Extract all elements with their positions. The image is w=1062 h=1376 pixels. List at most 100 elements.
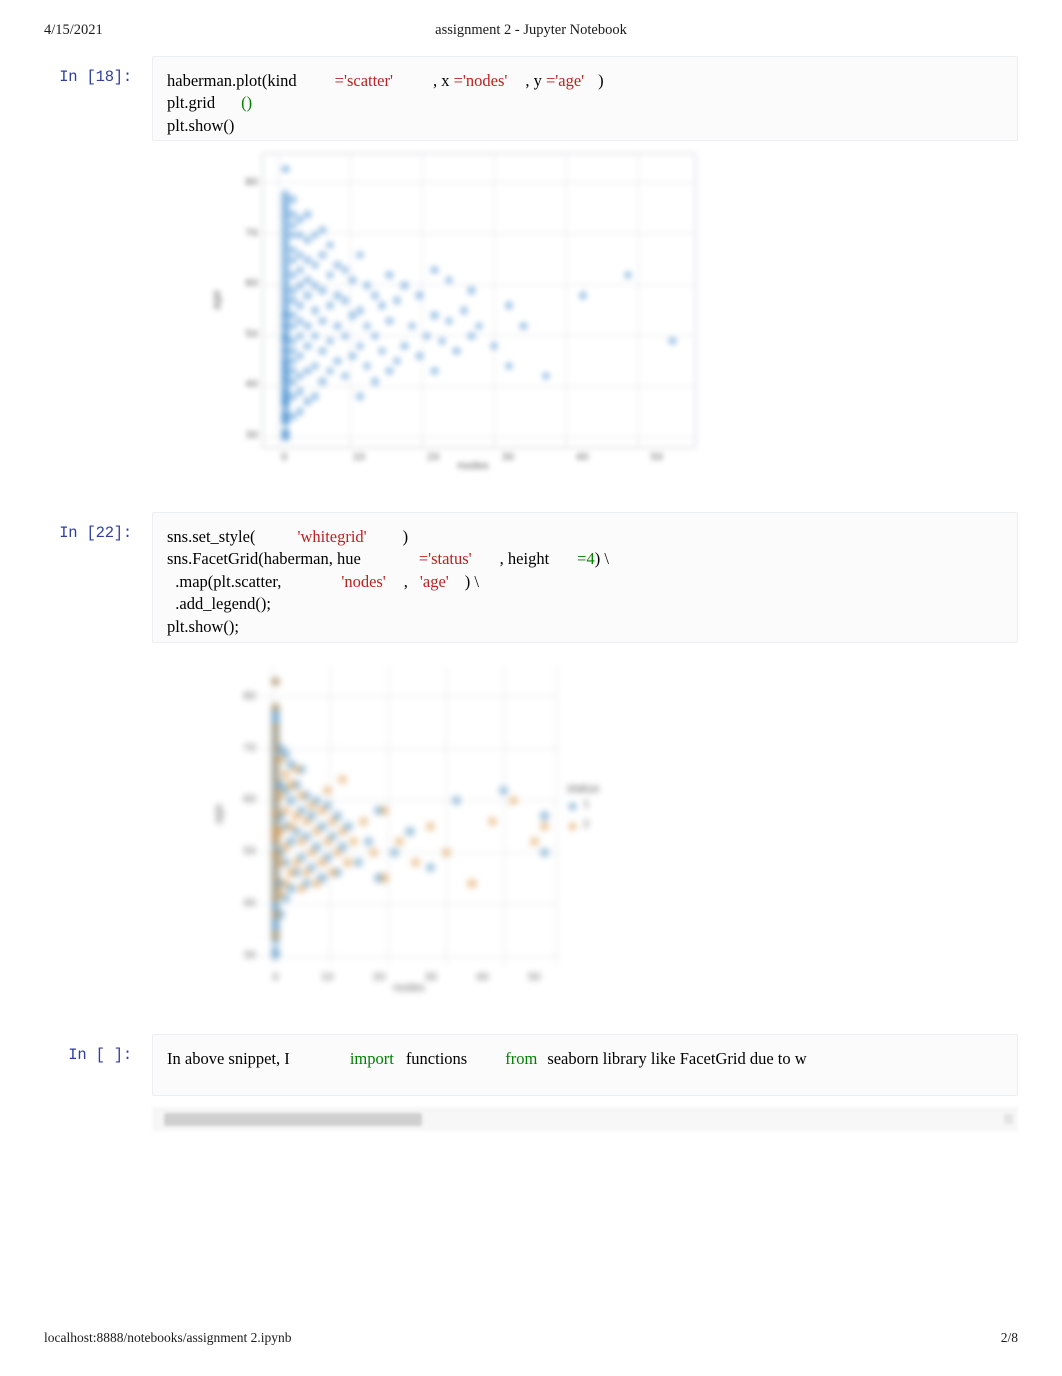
scrollbar-thumb[interactable] bbox=[164, 1113, 422, 1126]
x-tick-label: 10 bbox=[352, 452, 366, 463]
data-point bbox=[539, 811, 550, 821]
data-point bbox=[410, 857, 420, 868]
data-point bbox=[270, 676, 281, 687]
data-point bbox=[291, 857, 301, 868]
legend-label: 2 bbox=[583, 819, 590, 830]
scrollbar-right-arrow-icon[interactable] bbox=[1004, 1114, 1013, 1124]
data-point bbox=[519, 321, 528, 330]
data-point bbox=[370, 291, 379, 300]
gridline-y bbox=[263, 284, 695, 285]
data-point bbox=[303, 367, 312, 376]
code-line-3: plt.show() bbox=[167, 115, 1003, 137]
text-token: seaborn library like FacetGrid due to w bbox=[547, 1049, 807, 1068]
data-point bbox=[353, 857, 363, 868]
data-point bbox=[415, 291, 424, 300]
data-point bbox=[317, 806, 327, 816]
gridline-y bbox=[263, 233, 695, 234]
gridline-x bbox=[278, 154, 279, 447]
y-tick-label: 30 bbox=[243, 949, 256, 961]
data-point bbox=[310, 392, 320, 401]
code-token: .add_legend(); bbox=[167, 594, 272, 614]
data-point bbox=[333, 321, 342, 330]
y-tick-label: 40 bbox=[245, 379, 258, 391]
code-line-3: .map(plt.scatter, 'nodes', 'age') \ bbox=[167, 571, 1003, 593]
data-point bbox=[452, 346, 461, 356]
gridline-x bbox=[494, 154, 495, 447]
code-input-area-18[interactable]: haberman.plot(kind ='scatter' , x ='nodes'… bbox=[152, 56, 1018, 141]
data-point bbox=[426, 821, 436, 831]
code-input-area-22[interactable]: sns.set_style('whitegrid') sns.FacetGrid… bbox=[152, 512, 1018, 643]
data-point bbox=[296, 837, 306, 847]
data-point bbox=[623, 271, 633, 280]
text-token: functions bbox=[405, 1049, 468, 1068]
data-point bbox=[318, 316, 327, 325]
code-token-number: =4 bbox=[577, 549, 595, 569]
figure-2-xlabel: nodes bbox=[393, 982, 425, 994]
data-point bbox=[392, 356, 402, 366]
data-point bbox=[498, 785, 508, 795]
data-point bbox=[296, 301, 305, 310]
code-token: ) bbox=[402, 527, 409, 546]
data-point bbox=[451, 795, 462, 806]
data-point bbox=[276, 790, 286, 800]
footer-page-number: 2/8 bbox=[1000, 1330, 1018, 1345]
gridline-y bbox=[260, 904, 560, 905]
cell-prompt-22: In [22]: bbox=[59, 524, 132, 542]
data-point bbox=[358, 816, 369, 826]
legend-marker bbox=[569, 803, 576, 810]
data-point bbox=[343, 857, 353, 868]
gridline-x bbox=[638, 154, 639, 447]
legend-marker bbox=[569, 823, 576, 830]
y-tick-label: 60 bbox=[243, 794, 256, 806]
data-point bbox=[364, 837, 374, 847]
figure-1-xlabel: nodes bbox=[457, 460, 489, 472]
print-footer: localhost:8888/notebooks/assignment 2.ip… bbox=[0, 1330, 1062, 1350]
code-token: , height bbox=[499, 549, 550, 569]
data-point bbox=[296, 387, 305, 396]
data-point bbox=[395, 837, 405, 847]
horizontal-scrollbar[interactable] bbox=[152, 1108, 1018, 1131]
data-point bbox=[303, 291, 312, 300]
data-point bbox=[363, 281, 372, 290]
y-tick-label: 70 bbox=[243, 742, 256, 754]
data-point bbox=[270, 764, 281, 775]
gridline-y bbox=[260, 696, 560, 697]
data-point bbox=[281, 164, 290, 174]
x-tick-label: 20 bbox=[426, 452, 440, 463]
code-input-area-empty[interactable]: In above snippet, I import functions from se… bbox=[152, 1034, 1018, 1096]
code-token: ) bbox=[598, 71, 604, 90]
text-line-1: In above snippet, I import functions from se… bbox=[167, 1048, 1003, 1070]
data-point bbox=[340, 296, 350, 305]
data-point bbox=[400, 281, 409, 290]
y-tick-label: 50 bbox=[245, 328, 258, 340]
data-point bbox=[363, 361, 372, 371]
y-tick-label: 50 bbox=[243, 846, 256, 858]
gridline-y bbox=[260, 852, 560, 853]
code-token-string: ='scatter' bbox=[334, 71, 393, 90]
data-point bbox=[392, 296, 402, 305]
code-token-string: 'nodes' bbox=[341, 571, 386, 591]
data-point bbox=[379, 873, 389, 883]
data-point bbox=[286, 821, 296, 831]
x-tick-label: 20 bbox=[372, 972, 386, 983]
y-tick-label: 60 bbox=[245, 278, 258, 290]
data-point bbox=[467, 878, 477, 888]
data-point bbox=[348, 351, 357, 361]
data-point bbox=[307, 847, 317, 857]
keyword-from: from bbox=[505, 1049, 538, 1068]
x-tick-label: 50 bbox=[650, 452, 664, 463]
data-point bbox=[296, 883, 306, 893]
code-token: sns.FacetGrid(haberman, hue bbox=[167, 549, 361, 569]
data-point bbox=[355, 250, 365, 260]
figure-2-facetgrid-scatter: 0 10 20 30 40 50 30 40 50 60 70 80 nodes age status… bbox=[205, 658, 635, 1018]
data-point bbox=[405, 826, 415, 837]
data-point bbox=[325, 271, 335, 280]
figure-2-canvas: 0 10 20 30 40 50 30 40 50 60 70 80 nodes age status… bbox=[205, 658, 635, 1018]
data-point bbox=[385, 316, 394, 325]
gridline-y bbox=[263, 182, 695, 183]
figure-2-legend: status 1 2 bbox=[565, 783, 625, 845]
data-point bbox=[318, 225, 327, 234]
data-point bbox=[310, 306, 320, 315]
data-point bbox=[325, 240, 335, 250]
code-token: plt.show() bbox=[167, 115, 235, 135]
